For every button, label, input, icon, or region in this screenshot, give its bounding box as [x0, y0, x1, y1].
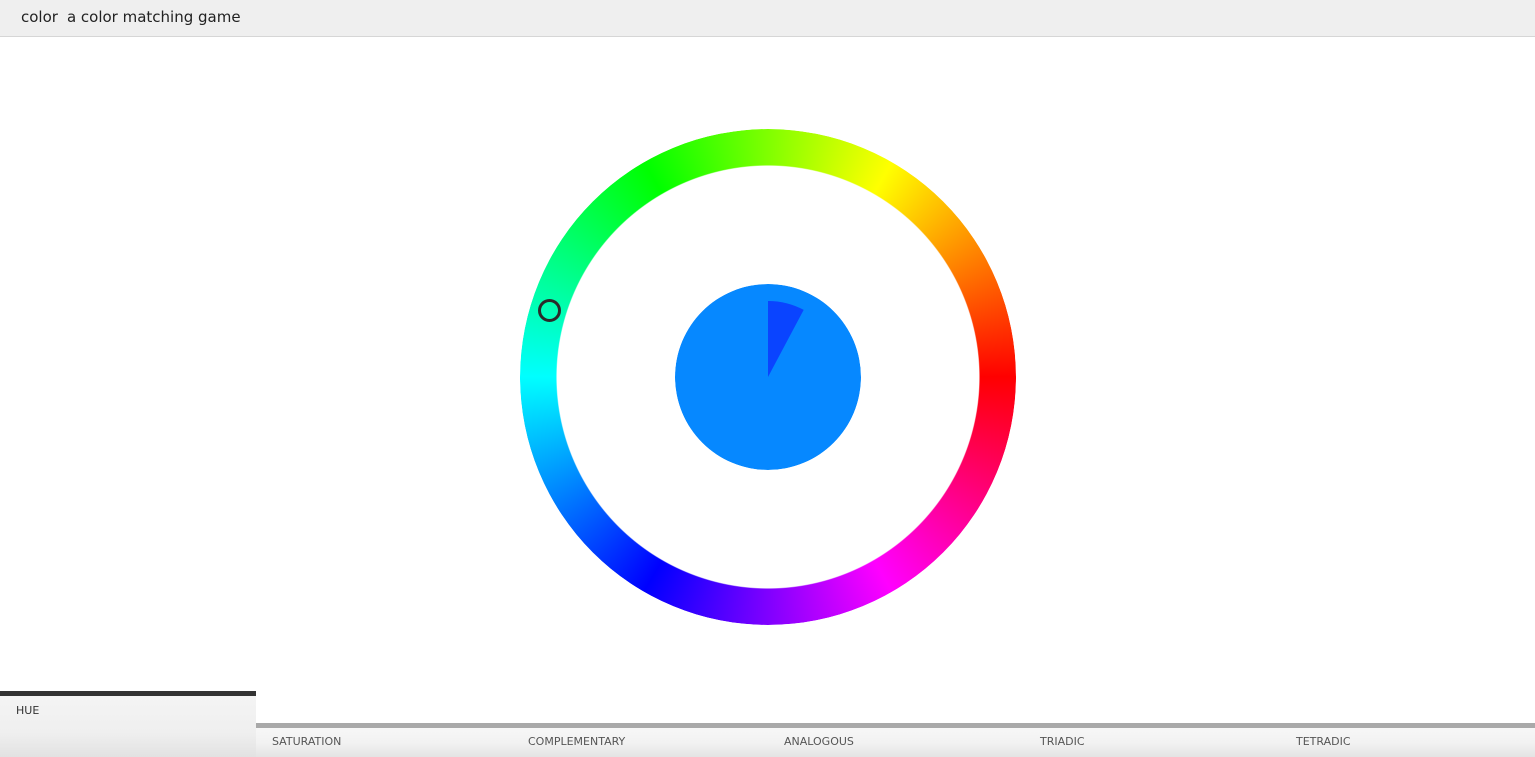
center-color-disc [675, 284, 861, 470]
tab-complementary-label: COMPLEMENTARY [528, 735, 626, 748]
tab-hue[interactable]: HUE [0, 691, 256, 757]
tab-triadic-label: TRIADIC [1040, 735, 1085, 748]
game-app: color a color matching game HUE SATURATIO… [0, 0, 1535, 757]
tab-analogous-label: ANALOGOUS [784, 735, 854, 748]
tab-hue-label: HUE [16, 704, 40, 717]
tab-complementary[interactable]: COMPLEMENTARY [512, 723, 768, 757]
hue-drag-handle[interactable] [537, 298, 561, 322]
tab-saturation-label: SATURATION [272, 735, 342, 748]
color-wheel [520, 129, 1016, 625]
header-title: color a color matching game [21, 8, 241, 26]
tab-saturation[interactable]: SATURATION [256, 723, 512, 757]
app-name: color [21, 8, 58, 26]
tab-tetradic-label: TETRADIC [1296, 735, 1351, 748]
header-bar: color a color matching game [0, 0, 1535, 37]
mode-tabs: HUE SATURATION COMPLEMENTARY ANALOGOUS T… [0, 691, 1535, 757]
center-disc-svg [675, 284, 861, 470]
tab-tetradic[interactable]: TETRADIC [1280, 723, 1535, 757]
tab-analogous[interactable]: ANALOGOUS [768, 723, 1024, 757]
app-subtitle: a color matching game [66, 8, 241, 26]
tab-triadic[interactable]: TRIADIC [1024, 723, 1280, 757]
